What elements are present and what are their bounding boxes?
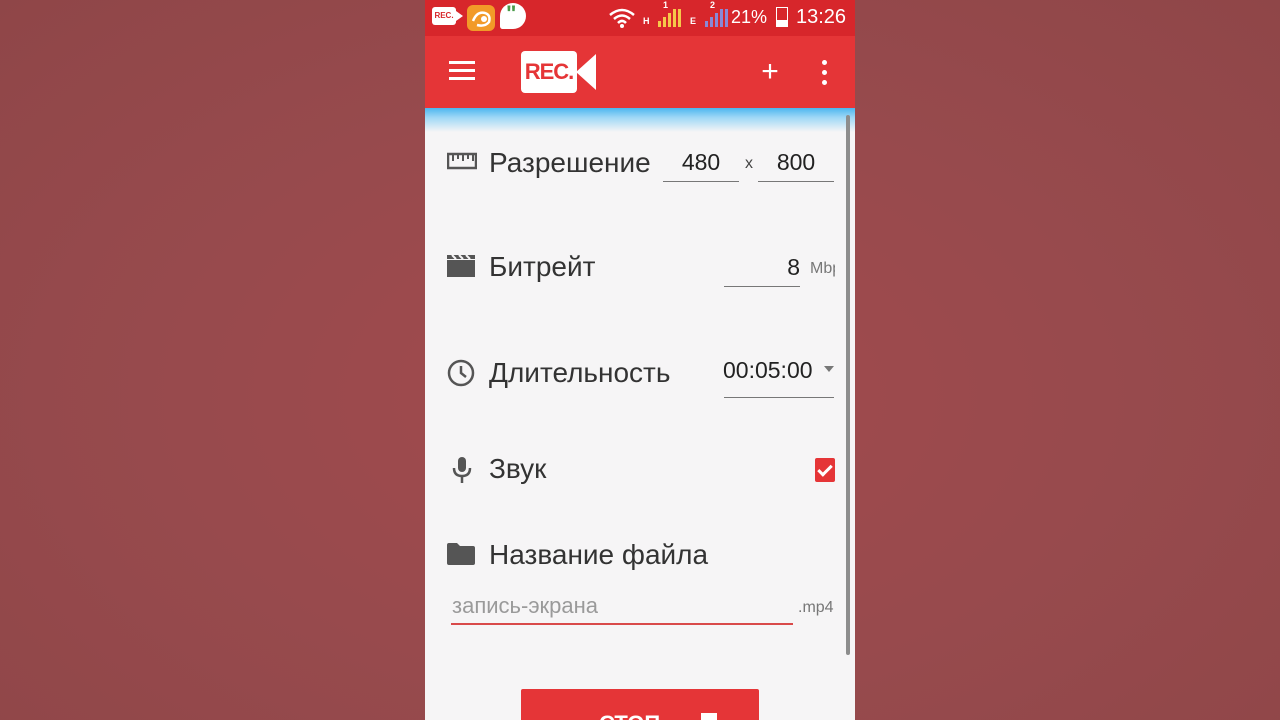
- app-screen: REC. " H 1 E 2 21% 13:26 REC. + Разрешен…: [425, 0, 855, 720]
- add-icon[interactable]: +: [759, 57, 781, 87]
- filename-input[interactable]: запись-экрана: [452, 593, 598, 619]
- resolution-label: Разрешение: [489, 147, 651, 178]
- bitrate-unit: Mbp: [810, 260, 835, 277]
- hangouts-notification-icon: ": [500, 1, 526, 29]
- resolution-separator: x: [745, 155, 753, 172]
- dropdown-arrow-icon[interactable]: [824, 366, 834, 372]
- stop-button[interactable]: СТОП: [521, 689, 759, 720]
- signal-strength-1-icon: [658, 9, 681, 27]
- resolution-width-input[interactable]: 480: [663, 149, 739, 176]
- network-type-2: E: [690, 16, 697, 26]
- uc-browser-notification-icon: [467, 5, 495, 31]
- duration-label: Длительность: [489, 357, 671, 388]
- microphone-icon: [452, 457, 472, 483]
- stop-icon: [701, 713, 717, 720]
- clapperboard-icon: [447, 254, 475, 277]
- duration-select[interactable]: 00:05:00: [723, 357, 813, 384]
- resolution-height-underline: [758, 181, 834, 182]
- bitrate-input[interactable]: 8: [724, 254, 800, 281]
- battery-icon: [776, 7, 788, 27]
- toolbar-shadow: [425, 108, 855, 132]
- status-bar: REC. " H 1 E 2 21% 13:26: [425, 0, 855, 36]
- ruler-icon: [447, 152, 477, 170]
- sound-label: Звук: [489, 453, 547, 484]
- signal-strength-2-icon: [705, 9, 728, 27]
- wifi-icon: [609, 8, 635, 28]
- app-logo: REC.: [521, 51, 577, 93]
- folder-icon: [447, 543, 475, 565]
- filename-underline: [451, 623, 793, 625]
- network-type-1: H: [643, 16, 650, 26]
- scrollbar[interactable]: [846, 115, 850, 655]
- more-vert-icon[interactable]: [819, 60, 829, 86]
- app-toolbar: REC. +: [425, 36, 855, 108]
- camera-logo-icon: [576, 54, 596, 90]
- filename-label: Название файла: [489, 539, 709, 570]
- rec-notification-icon: REC.: [432, 7, 463, 25]
- resolution-width-underline: [663, 181, 739, 182]
- bitrate-underline: [724, 286, 800, 287]
- filename-extension: .mp4: [798, 599, 834, 616]
- clock-icon: [447, 359, 475, 387]
- clock-time: 13:26: [796, 6, 847, 28]
- battery-percent: 21%: [731, 7, 768, 27]
- sound-checkbox[interactable]: [815, 458, 835, 482]
- bitrate-label: Битрейт: [489, 251, 596, 282]
- resolution-height-input[interactable]: 800: [758, 149, 834, 176]
- stop-button-label: СТОП: [599, 711, 660, 720]
- duration-underline: [724, 397, 834, 398]
- menu-icon[interactable]: [449, 61, 475, 81]
